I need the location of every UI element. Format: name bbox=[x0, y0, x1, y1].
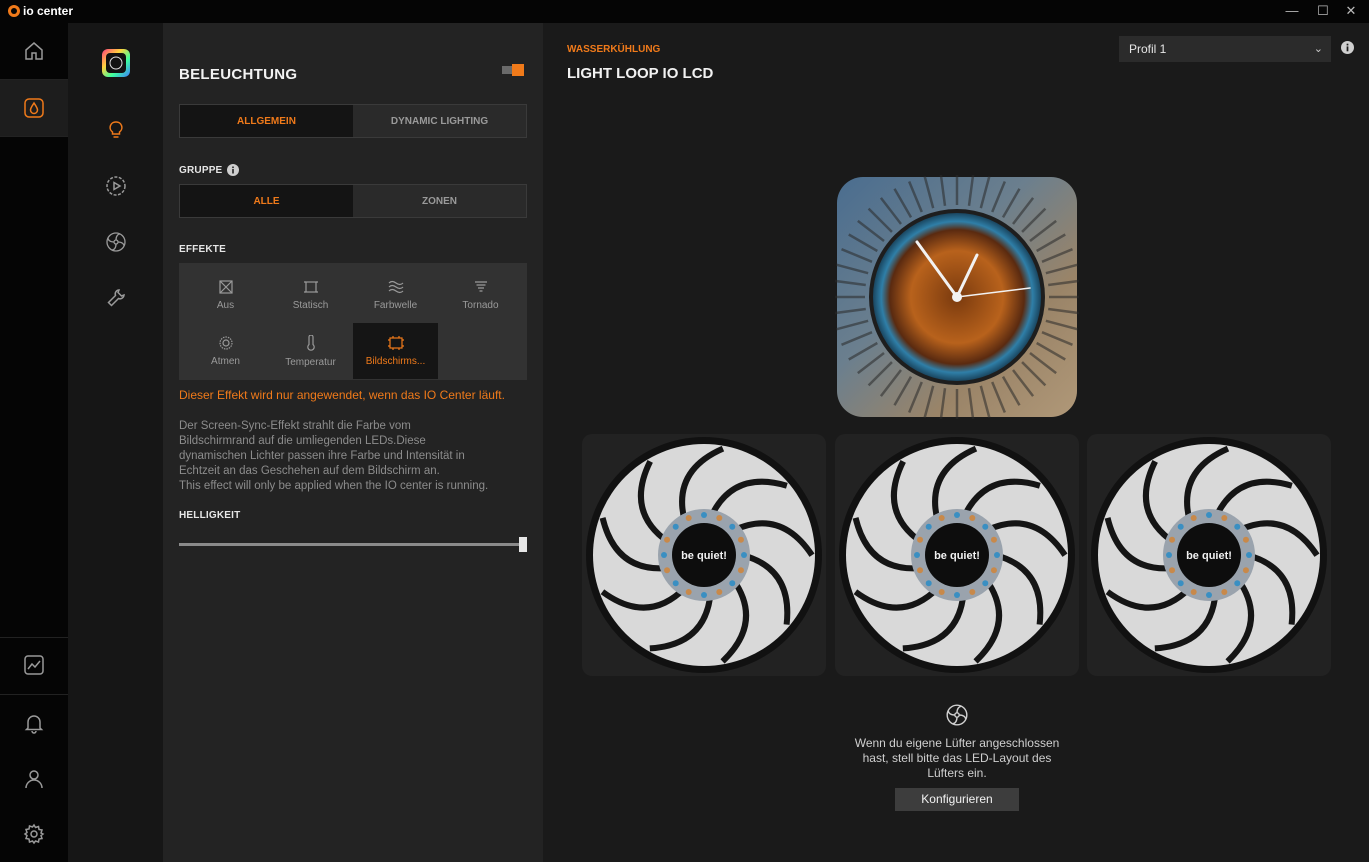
static-icon bbox=[303, 280, 318, 293]
user-icon bbox=[25, 770, 43, 789]
group-option-alle[interactable]: ALLE bbox=[180, 185, 353, 217]
breathing-icon bbox=[218, 335, 233, 350]
panel-title: BELEUCHTUNG bbox=[179, 66, 298, 83]
brightness-slider-thumb[interactable] bbox=[519, 537, 527, 552]
effect-label: Statisch bbox=[292, 299, 329, 311]
device-thumbnail-icon bbox=[101, 49, 130, 77]
effect-label: Temperatur bbox=[285, 356, 336, 368]
wrench-icon bbox=[106, 289, 125, 307]
effect-description: Der Screen-Sync-Effekt strahlt die Farbe… bbox=[179, 420, 489, 492]
pump-lcd-preview bbox=[835, 175, 1079, 419]
effect-warning: Dieser Effekt wird nur angewendet, wenn … bbox=[179, 388, 505, 402]
app-title: io center bbox=[23, 4, 74, 18]
subnav-tools[interactable] bbox=[68, 278, 163, 318]
water-drop-icon bbox=[24, 98, 44, 118]
effect-label: Aus bbox=[216, 299, 235, 311]
nav-home[interactable] bbox=[0, 23, 68, 79]
group-selector: ALLE ZONEN bbox=[179, 184, 527, 218]
wave-icon bbox=[388, 280, 403, 293]
configure-button[interactable]: Konfigurieren bbox=[895, 788, 1019, 811]
nav-account[interactable] bbox=[0, 751, 68, 807]
title-bar: io center — ☐ ✕ bbox=[0, 0, 1369, 23]
info-icon[interactable] bbox=[227, 164, 240, 176]
effect-bildschirm[interactable]: Bildschirms... bbox=[353, 323, 438, 379]
effect-label: Bildschirms... bbox=[365, 355, 426, 367]
effect-aus[interactable]: Aus bbox=[183, 267, 268, 323]
lighting-mode-tabs: ALLGEMEIN DYNAMIC LIGHTING bbox=[179, 104, 527, 138]
subnav-lighting[interactable] bbox=[68, 110, 163, 150]
brightness-label: HELLIGKEIT bbox=[179, 510, 241, 521]
nav-settings[interactable] bbox=[0, 806, 68, 862]
fan-preview-2: be quiet! bbox=[835, 434, 1079, 676]
lighting-panel: BELEUCHTUNG ALLGEMEIN DYNAMIC LIGHTING G… bbox=[163, 23, 543, 862]
tornado-icon bbox=[474, 280, 487, 292]
device-name: LIGHT LOOP IO LCD bbox=[567, 65, 714, 82]
thermometer-icon bbox=[306, 334, 315, 351]
fan-preview-3: be quiet! bbox=[1087, 434, 1331, 676]
nav-cooling[interactable] bbox=[0, 80, 68, 136]
close-button[interactable]: ✕ bbox=[1333, 0, 1369, 23]
effect-label: Farbwelle bbox=[373, 299, 418, 311]
play-circle-icon bbox=[105, 176, 126, 196]
group-label: GRUPPE bbox=[179, 164, 223, 176]
bell-icon bbox=[24, 715, 44, 734]
effect-statisch[interactable]: Statisch bbox=[268, 267, 353, 323]
fan-brand-label: be quiet! bbox=[934, 550, 980, 562]
device-view: WASSERKÜHLUNG LIGHT LOOP IO LCD Profil 1… bbox=[543, 23, 1369, 862]
effects-label: EFFEKTE bbox=[179, 244, 226, 255]
gear-icon bbox=[23, 823, 45, 845]
nav-notifications[interactable] bbox=[0, 695, 68, 751]
off-icon bbox=[218, 279, 233, 294]
effect-tornado[interactable]: Tornado bbox=[438, 267, 523, 323]
effect-atmen[interactable]: Atmen bbox=[183, 323, 268, 379]
group-heading: GRUPPE bbox=[179, 164, 240, 176]
home-icon bbox=[25, 42, 43, 60]
fan-icon bbox=[946, 704, 968, 726]
logo-icon bbox=[8, 5, 20, 17]
effect-label: Tornado bbox=[462, 299, 499, 311]
chevron-down-icon: ⌄ bbox=[1313, 43, 1323, 55]
screen-icon bbox=[387, 335, 404, 350]
info-icon[interactable] bbox=[1341, 41, 1354, 54]
device-subnav bbox=[68, 23, 163, 862]
chart-icon bbox=[24, 655, 44, 675]
device-thumbnail[interactable] bbox=[68, 43, 163, 83]
fan-preview-1: be quiet! bbox=[582, 434, 826, 676]
main-navigation bbox=[0, 23, 68, 862]
app-logo: io center bbox=[8, 4, 73, 18]
tab-dynamic-lighting[interactable]: DYNAMIC LIGHTING bbox=[353, 105, 526, 137]
nav-monitoring[interactable] bbox=[0, 637, 68, 693]
effects-grid: Aus Statisch Farbwelle Tornado Atmen Tem… bbox=[179, 263, 527, 380]
device-category: WASSERKÜHLUNG bbox=[567, 44, 661, 55]
subnav-lcd[interactable] bbox=[68, 166, 163, 206]
fan-icon bbox=[105, 232, 126, 252]
brightness-slider[interactable] bbox=[179, 543, 523, 546]
bulb-icon bbox=[108, 121, 123, 138]
effect-label: Atmen bbox=[211, 355, 240, 367]
profile-dropdown[interactable]: Profil 1 ⌄ bbox=[1119, 36, 1331, 62]
effect-farbwelle[interactable]: Farbwelle bbox=[353, 267, 438, 323]
fan-layout-hint: Wenn du eigene Lüfter angeschlossen hast… bbox=[854, 736, 1060, 780]
fan-brand-label: be quiet! bbox=[681, 550, 727, 562]
subnav-fans[interactable] bbox=[68, 222, 163, 262]
profile-value: Profil 1 bbox=[1129, 42, 1167, 56]
tab-allgemein[interactable]: ALLGEMEIN bbox=[180, 105, 353, 137]
lighting-toggle[interactable] bbox=[502, 63, 524, 76]
fan-brand-label: be quiet! bbox=[1186, 550, 1232, 562]
group-option-zonen[interactable]: ZONEN bbox=[353, 185, 526, 217]
effect-temperatur[interactable]: Temperatur bbox=[268, 323, 353, 379]
